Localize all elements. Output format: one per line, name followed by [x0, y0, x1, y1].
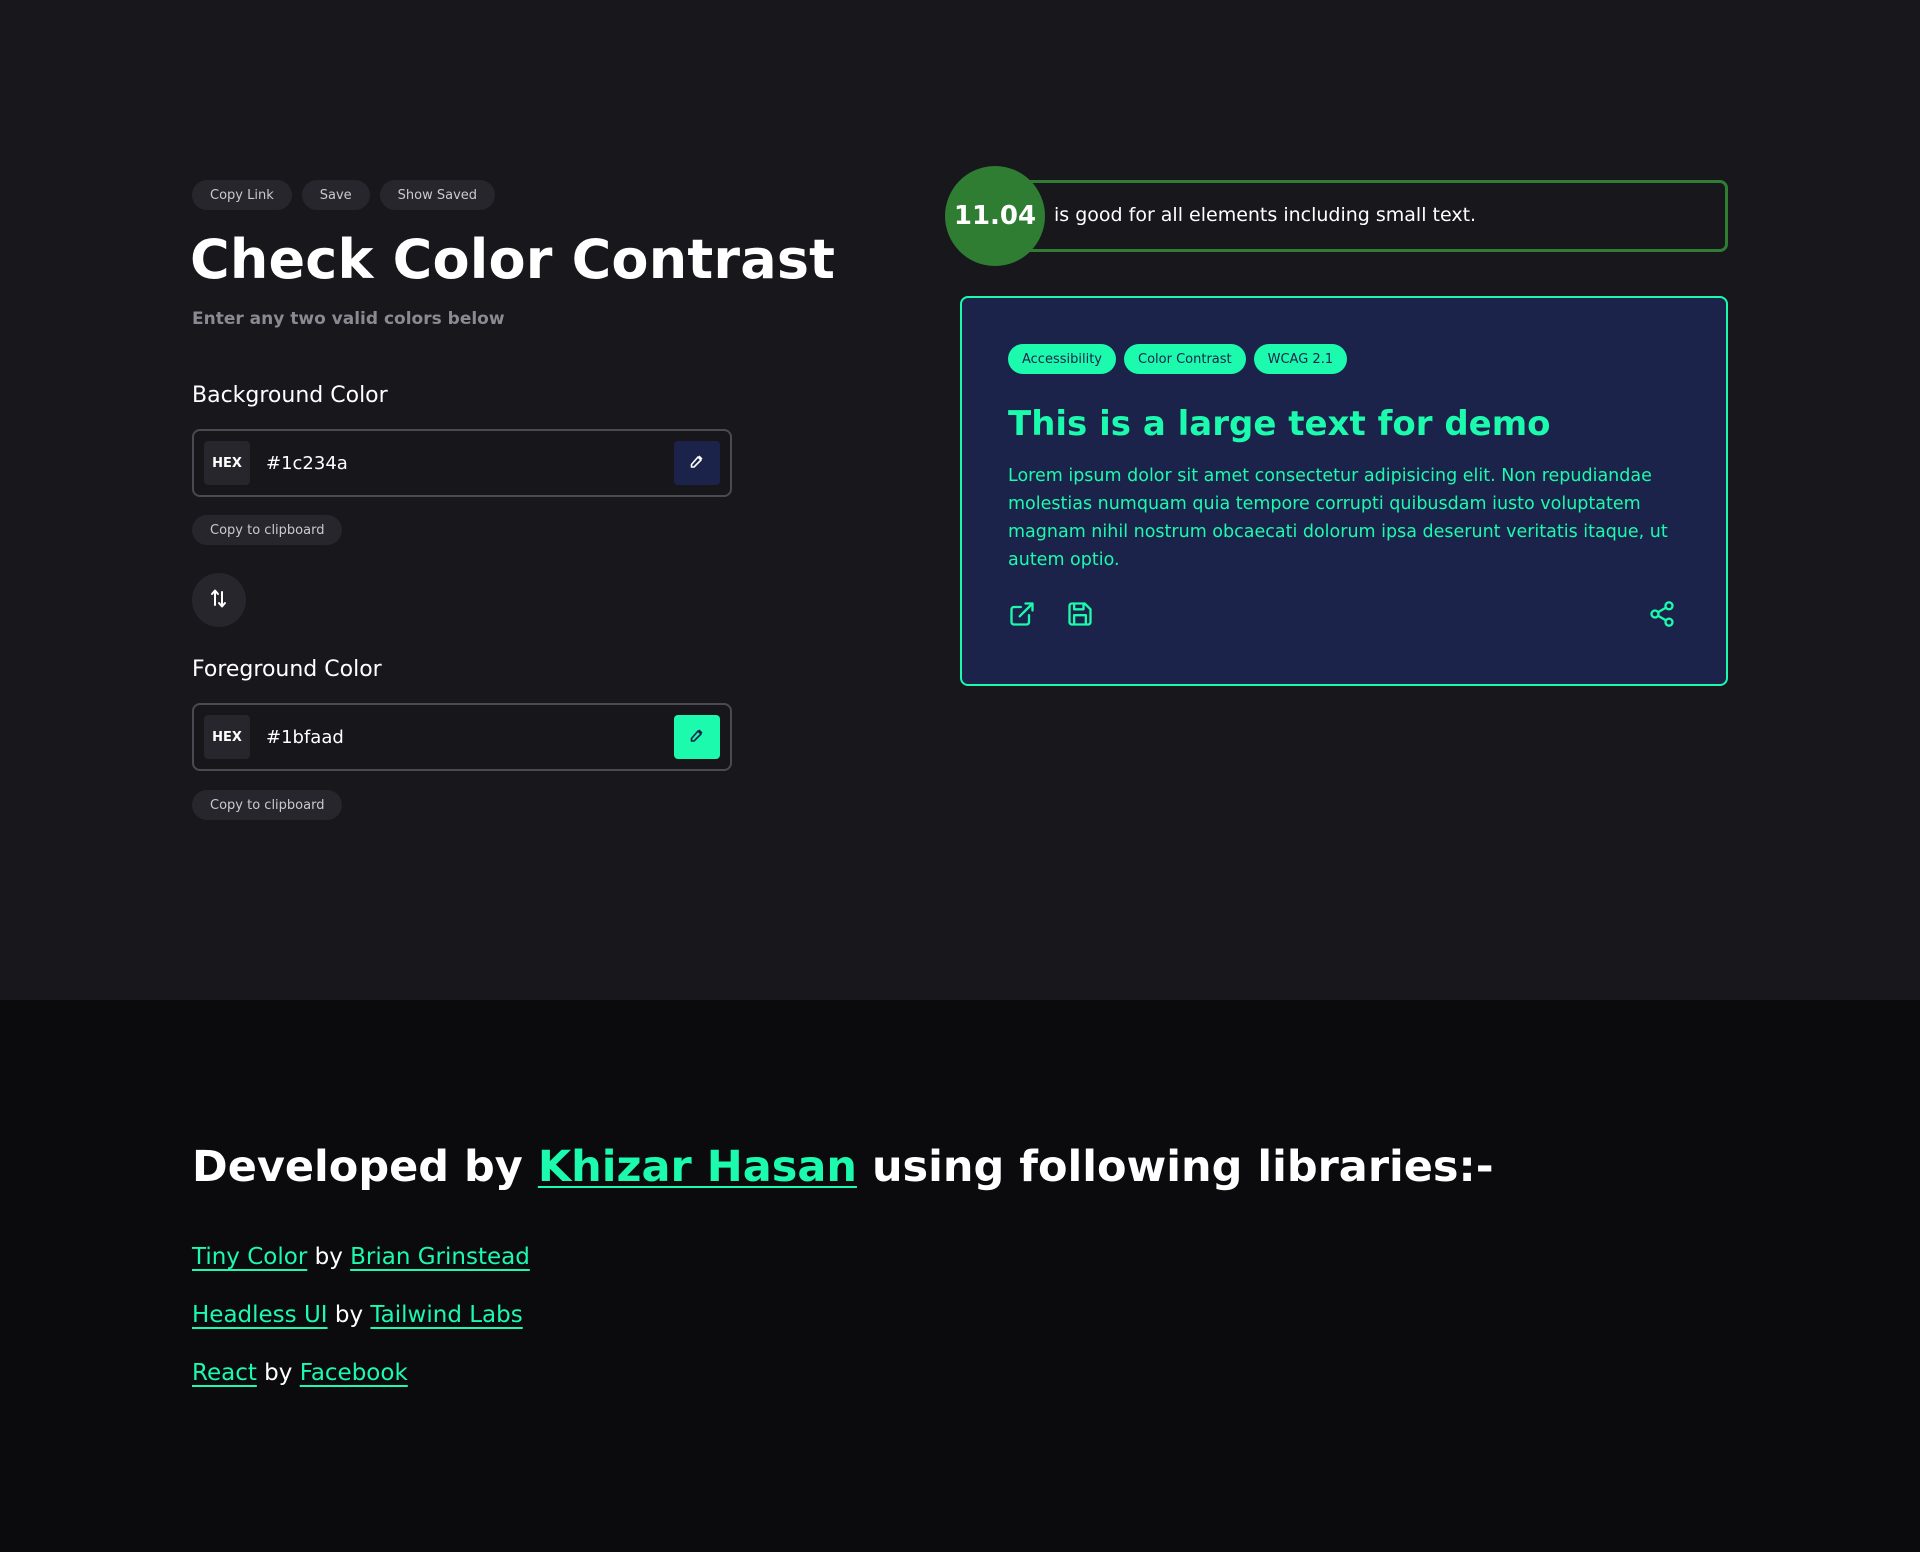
eyedropper-icon: [689, 453, 705, 473]
foreground-color-picker-button[interactable]: [674, 715, 720, 759]
background-color-input[interactable]: [266, 441, 646, 485]
background-color-picker-button[interactable]: [674, 441, 720, 485]
external-link-icon[interactable]: [1006, 598, 1038, 630]
copy-background-button[interactable]: Copy to clipboard: [192, 515, 343, 545]
tag-color-contrast: Color Contrast: [1124, 344, 1246, 374]
copy-link-button[interactable]: Copy Link: [192, 180, 292, 210]
preview-tags: Accessibility Color Contrast WCAG 2.1: [1008, 344, 1348, 374]
library-item: Tiny Color by Brian Grinstead: [192, 1244, 530, 1270]
library-link-tiny-color[interactable]: Tiny Color: [192, 1244, 307, 1270]
library-author-link[interactable]: Brian Grinstead: [350, 1244, 530, 1270]
library-item: React by Facebook: [192, 1360, 408, 1386]
credits-prefix: Developed by: [192, 1142, 523, 1192]
foreground-format-badge[interactable]: HEX: [204, 715, 250, 759]
page-title: Check Color Contrast: [190, 228, 836, 291]
background-color-label: Background Color: [192, 383, 388, 408]
library-author-link[interactable]: Facebook: [300, 1360, 408, 1386]
floppy-disk-icon[interactable]: [1064, 598, 1096, 630]
tag-wcag: WCAG 2.1: [1253, 344, 1348, 374]
foreground-color-input[interactable]: [266, 715, 646, 759]
credits-suffix: using following libraries:-: [871, 1142, 1494, 1192]
contrast-result-message: is good for all elements including small…: [1054, 204, 1477, 226]
by-text: by: [334, 1302, 364, 1328]
show-saved-button[interactable]: Show Saved: [379, 180, 496, 210]
author-link[interactable]: Khizar Hasan: [538, 1142, 857, 1192]
by-text: by: [264, 1360, 293, 1386]
contrast-ratio-badge: 11.04: [945, 166, 1045, 266]
swap-icon: [210, 587, 228, 613]
page-subtitle: Enter any two valid colors below: [192, 309, 505, 329]
library-link-headless-ui[interactable]: Headless UI: [192, 1302, 328, 1328]
tag-accessibility: Accessibility: [1008, 344, 1116, 374]
preview-card: Accessibility Color Contrast WCAG 2.1 Th…: [960, 296, 1728, 686]
background-format-badge[interactable]: HEX: [204, 441, 250, 485]
swap-colors-button[interactable]: [192, 573, 246, 627]
library-author-link[interactable]: Tailwind Labs: [370, 1302, 522, 1328]
eyedropper-icon: [689, 727, 705, 747]
library-link-react[interactable]: React: [192, 1360, 257, 1386]
share-icon[interactable]: [1646, 598, 1678, 630]
by-text: by: [314, 1244, 343, 1270]
credits-section: [0, 1000, 1920, 1552]
copy-foreground-button[interactable]: Copy to clipboard: [192, 790, 343, 820]
foreground-color-field: HEX: [192, 703, 732, 771]
preview-body-text: Lorem ipsum dolor sit amet consectetur a…: [1008, 466, 1668, 570]
background-color-field: HEX: [192, 429, 732, 497]
foreground-color-label: Foreground Color: [192, 657, 382, 682]
library-item: Headless UI by Tailwind Labs: [192, 1302, 523, 1328]
credits-heading: Developed by Khizar Hasan using followin…: [192, 1142, 1494, 1192]
preview-heading: This is a large text for demo: [1008, 404, 1551, 444]
save-button[interactable]: Save: [301, 180, 370, 210]
toolbar: Copy Link Save Show Saved: [192, 180, 496, 210]
